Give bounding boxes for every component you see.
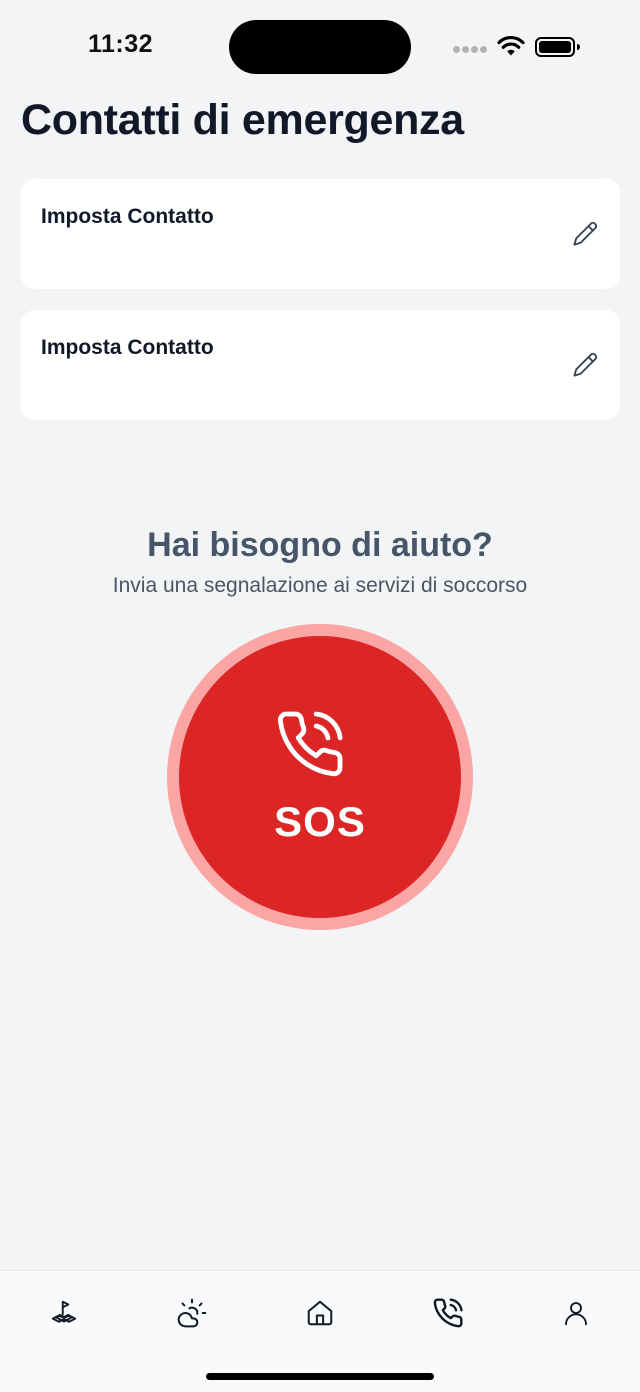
sos-button[interactable]: SOS <box>179 636 461 918</box>
cellular-signal-icon <box>453 46 489 56</box>
contact-card-label: Imposta Contatto <box>41 336 214 359</box>
edit-contact-button[interactable] <box>568 217 602 251</box>
help-subtitle: Invia una segnalazione ai servizi di soc… <box>112 574 528 597</box>
phone-ringing-icon <box>277 711 343 777</box>
edit-contact-button[interactable] <box>568 348 602 382</box>
status-bar: 11:32 <box>0 0 640 96</box>
status-time: 11:32 <box>88 30 154 58</box>
pencil-icon <box>573 352 598 377</box>
phone-ringing-icon <box>433 1298 463 1328</box>
pencil-icon <box>573 221 598 246</box>
nav-item-home[interactable] <box>298 1291 342 1335</box>
home-icon <box>307 1300 333 1326</box>
nav-item-map[interactable] <box>42 1291 86 1335</box>
home-indicator <box>206 1373 434 1380</box>
dynamic-island <box>229 20 411 74</box>
sos-label: SOS <box>274 798 366 845</box>
nav-item-profile[interactable] <box>554 1291 598 1335</box>
contact-card-label: Imposta Contatto <box>41 205 214 228</box>
nav-item-weather[interactable] <box>170 1291 214 1335</box>
weather-icon <box>177 1298 207 1328</box>
map-flag-icon <box>51 1300 77 1323</box>
contact-card[interactable]: Imposta Contatto <box>21 310 620 420</box>
user-icon <box>565 1302 587 1326</box>
page-title: Contatti di emergenza <box>21 96 464 144</box>
battery-icon <box>535 37 580 57</box>
nav-item-emergency[interactable] <box>426 1291 470 1335</box>
wifi-icon <box>497 35 525 56</box>
help-title: Hai bisogno di aiuto? <box>147 526 493 564</box>
contact-card[interactable]: Imposta Contatto <box>21 179 620 289</box>
